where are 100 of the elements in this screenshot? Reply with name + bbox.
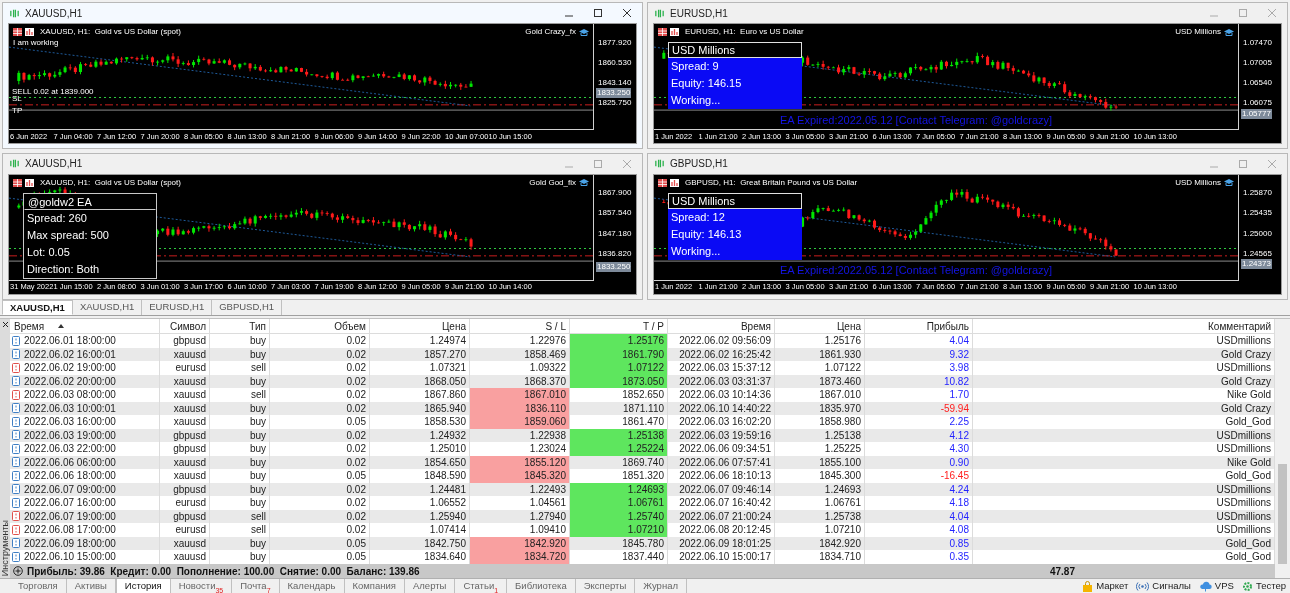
table-cell: buy	[210, 415, 270, 429]
table-cell: 1.25176	[775, 334, 865, 348]
table-cell: buy	[210, 442, 270, 456]
column-header[interactable]: Цена	[370, 319, 470, 333]
column-header[interactable]: Цена	[775, 319, 865, 333]
table-cell: 0.02	[270, 334, 370, 348]
column-header[interactable]: Время	[668, 319, 775, 333]
table-cell: 1.70	[865, 388, 973, 402]
current-price-tag: 1.24373	[1241, 259, 1272, 270]
shopping-bag-icon	[1082, 580, 1094, 592]
table-cell: 1.06761	[570, 496, 668, 510]
panel-tab[interactable]: Торговля	[10, 578, 67, 593]
graduation-cap-icon	[579, 27, 589, 37]
table-cell: 1.25010	[370, 442, 470, 456]
table-cell: 2022.06.03 10:14:36	[668, 388, 775, 402]
table-cell: 0.05	[270, 550, 370, 564]
table-cell: 1.07122	[775, 361, 865, 375]
price-label: 1.24565	[1243, 247, 1272, 260]
table-cell: buy	[210, 550, 270, 564]
table-cell: 2022.06.02 19:00:00	[10, 361, 160, 375]
window-title: XAUUSD,H1	[25, 157, 83, 171]
price-label: 1825.750	[598, 97, 632, 110]
panel-title: USD Millions	[668, 192, 802, 209]
grid-icon	[658, 28, 667, 36]
add-icon[interactable]	[13, 566, 23, 576]
table-cell: 1845.320	[470, 469, 570, 483]
service-button[interactable]: Маркет	[1078, 578, 1133, 593]
table-cell: 2022.06.06 09:34:51	[668, 442, 775, 456]
panel-line: Spread: 12	[670, 209, 726, 225]
table-cell: 0.35	[865, 550, 973, 564]
price-label: 1.07005	[1243, 56, 1272, 69]
chart-symbol-header: XAUUSD, H1: Gold vs US Dollar (spot)	[40, 26, 181, 38]
panel-line: Equity: 146.15	[670, 76, 743, 91]
table-cell: 2022.06.03 15:37:12	[668, 361, 775, 375]
panel-tab[interactable]: Библиотека	[507, 578, 576, 593]
chart-tab[interactable]: XAUUSD,H1	[72, 300, 143, 315]
bar-chart-icon	[670, 28, 679, 36]
toolbox-label: Инструменты	[0, 519, 10, 576]
price-label: 1843.140	[598, 77, 632, 89]
column-header[interactable]: T / P	[570, 319, 668, 333]
table-cell: 2.25	[865, 415, 973, 429]
table-cell: 2022.06.08 17:00:00	[10, 523, 160, 537]
table-cell: eurusd	[160, 523, 210, 537]
table-cell: 4.18	[865, 496, 973, 510]
table-cell: 1.06552	[370, 496, 470, 510]
maximize-icon[interactable]	[593, 8, 603, 18]
column-header[interactable]: S / L	[470, 319, 570, 333]
panel-tab[interactable]: Алерты	[405, 578, 456, 593]
close-icon[interactable]	[622, 8, 632, 18]
column-header[interactable]: Время	[10, 319, 160, 333]
panel-title: USD Millions	[668, 42, 802, 58]
gear-icon	[1241, 580, 1253, 592]
service-button[interactable]: VPS	[1194, 578, 1238, 593]
table-cell: 0.02	[270, 361, 370, 375]
chart-tab[interactable]: GBPUSD,H1	[212, 300, 283, 315]
price-label: 1860.530	[598, 56, 632, 69]
panel-tab[interactable]: Журнал	[635, 578, 687, 593]
window-title: EURUSD,H1	[670, 6, 728, 21]
expiry-notice: EA Expired:2022.05.12 [Contact Telegram: @goldcrazy]	[780, 112, 1053, 128]
chart-symbol-header: XAUUSD, H1: Gold vs US Dollar (spot)	[40, 176, 181, 189]
panel-tab[interactable]: Активы	[66, 578, 116, 593]
table-cell: 1845.300	[775, 469, 865, 483]
scrollbar[interactable]	[1275, 319, 1290, 578]
ea-status-text: I am working	[13, 37, 59, 49]
table-cell: 2022.06.06 18:10:13	[668, 469, 775, 483]
current-price-tag: 1833.250	[596, 262, 632, 273]
column-header[interactable]: Символ	[160, 319, 210, 333]
table-cell: sell	[210, 523, 270, 537]
panel-line: Max spread: 500	[26, 227, 110, 243]
column-header[interactable]: Объем	[270, 319, 370, 333]
table-cell: 2022.06.03 16:02:20	[668, 415, 775, 429]
price-label: 1847.180	[598, 227, 632, 240]
close-icon[interactable]	[1, 321, 9, 328]
table-cell: sell	[210, 388, 270, 402]
table-cell: 2022.06.10 15:00:17	[668, 550, 775, 564]
table-cell: 1.07122	[570, 361, 668, 375]
service-button[interactable]: Сигналы	[1132, 578, 1195, 593]
table-cell: 1.24974	[370, 334, 470, 348]
table-cell: 0.02	[270, 496, 370, 510]
table-cell: 0.05	[270, 415, 370, 429]
column-header[interactable]: Тип	[210, 319, 270, 333]
table-cell: 1.07210	[570, 523, 668, 537]
service-button[interactable]: Тестер	[1237, 578, 1290, 593]
broadcast-icon	[1136, 580, 1150, 592]
chart-tab[interactable]: EURUSD,H1	[142, 300, 213, 315]
table-cell: 2022.06.03 16:00:00	[10, 415, 160, 429]
cloud-icon	[1198, 580, 1212, 592]
graduation-cap-icon	[1224, 27, 1234, 37]
price-label: 1877.920	[598, 36, 632, 49]
level-label: SL	[12, 94, 22, 104]
level-label: TP	[12, 105, 23, 115]
chart-tab[interactable]: XAUUSD,H1	[2, 300, 73, 315]
table-cell: 1.25224	[570, 442, 668, 456]
panel-tab[interactable]: История	[115, 578, 171, 593]
chart-window-icon	[9, 7, 20, 19]
table-cell: eurusd	[160, 361, 210, 375]
panel-tab[interactable]: Календарь	[279, 578, 345, 593]
panel-tab[interactable]: Компания	[344, 578, 405, 593]
column-header[interactable]: Прибыль	[865, 319, 973, 333]
panel-tab[interactable]: Эксперты	[575, 578, 636, 593]
